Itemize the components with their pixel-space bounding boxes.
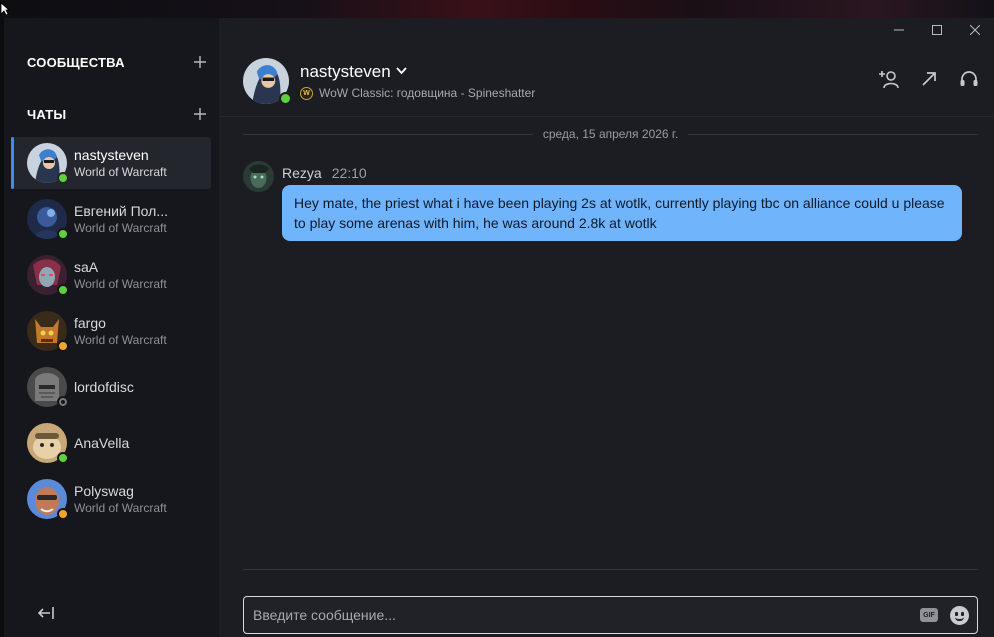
maximize-button[interactable] — [918, 18, 956, 42]
add-friend-icon — [879, 71, 899, 89]
chat-game: World of Warcraft — [74, 332, 167, 347]
conversation-pane: nastysteven W WoW Classic: годовщина - S… — [219, 18, 994, 637]
status-away-indicator — [57, 340, 69, 352]
add-chat-button[interactable] — [191, 105, 209, 123]
status-online-indicator — [57, 452, 69, 464]
chat-game: World of Warcraft — [74, 500, 167, 515]
add-friend-button[interactable] — [878, 68, 900, 90]
chat-name: AnaVella — [74, 434, 130, 451]
chat-item-lordofdisc[interactable]: lordofdisc — [11, 361, 211, 413]
chat-item-polyswag[interactable]: Polyswag World of Warcraft — [11, 473, 211, 525]
chat-name: Polyswag — [74, 482, 134, 499]
message-composer: GIF — [243, 596, 978, 634]
chat-list: nastysteven World of Warcraft Евгений По… — [11, 137, 211, 529]
message-bubble: Hey mate, the priest what i have been pl… — [282, 185, 962, 241]
emoji-icon[interactable] — [950, 605, 969, 625]
header-divider — [219, 116, 994, 117]
maximize-icon — [932, 25, 942, 35]
open-external-button[interactable] — [918, 68, 940, 90]
chat-name: Евгений Пол... — [74, 202, 169, 219]
status-online-indicator — [57, 228, 69, 240]
chat-name: nastysteven — [74, 146, 149, 163]
sidebar: СООБЩЕСТВА ЧАТЫ nastysteven World of War… — [4, 18, 219, 637]
chat-name: lordofdisc — [74, 378, 134, 395]
chats-header: ЧАТЫ — [27, 104, 209, 124]
close-button[interactable] — [956, 18, 994, 42]
chats-title: ЧАТЫ — [27, 106, 67, 122]
communities-header: СООБЩЕСТВА — [27, 52, 209, 72]
composer-divider — [243, 569, 978, 570]
voice-chat-button[interactable] — [958, 68, 980, 90]
chat-name: saA — [74, 258, 99, 275]
chat-game: World of Warcraft — [74, 276, 167, 291]
date-separator: среда, 15 апреля 2026 г. — [243, 126, 978, 142]
status-away-indicator — [57, 508, 69, 520]
chat-game: World of Warcraft — [74, 164, 167, 179]
gif-button[interactable]: GIF — [920, 608, 938, 622]
communities-title: СООБЩЕСТВА — [27, 54, 125, 70]
chat-window: СООБЩЕСТВА ЧАТЫ nastysteven World of War… — [4, 18, 994, 637]
chat-item-fargo[interactable]: fargo World of Warcraft — [11, 305, 211, 357]
status-online-indicator — [279, 92, 292, 105]
status-online-indicator — [57, 172, 69, 184]
mouse-cursor-icon — [0, 2, 11, 16]
chat-item-saa[interactable]: saA World of Warcraft — [11, 249, 211, 301]
chat-name: fargo — [74, 314, 106, 331]
avatar[interactable] — [243, 161, 274, 192]
collapse-sidebar-button[interactable] — [36, 603, 60, 623]
date-label: среда, 15 апреля 2026 г. — [542, 127, 679, 141]
status-offline-indicator — [57, 396, 69, 408]
collapse-sidebar-icon — [37, 607, 54, 619]
minimize-icon — [894, 29, 904, 31]
window-controls — [880, 18, 994, 42]
desktop-background-strip — [0, 0, 994, 18]
wow-game-icon: W — [300, 86, 313, 100]
close-icon — [970, 25, 980, 35]
header-actions — [878, 68, 980, 90]
chat-item-anavella[interactable]: AnaVella — [11, 417, 211, 469]
chat-item-nastysteven[interactable]: nastysteven World of Warcraft — [11, 137, 211, 189]
chat-game: World of Warcraft — [74, 220, 167, 235]
message-input[interactable] — [253, 597, 920, 633]
voice-chat-icon — [960, 71, 978, 86]
contact-name[interactable]: nastysteven — [300, 62, 391, 82]
chat-item-evgeniy[interactable]: Евгений Пол... World of Warcraft — [11, 193, 211, 245]
message-time: 22:10 — [331, 165, 367, 181]
contact-game-status: WoW Classic: годовщина - Spineshatter — [319, 86, 536, 100]
message-author[interactable]: Rezya — [282, 165, 322, 181]
status-online-indicator — [57, 284, 69, 296]
add-community-button[interactable] — [191, 53, 209, 71]
plus-icon — [194, 108, 206, 120]
minimize-button[interactable] — [880, 18, 918, 42]
plus-icon — [194, 56, 206, 68]
chevron-down-icon[interactable] — [396, 66, 407, 78]
open-external-icon — [922, 72, 936, 86]
